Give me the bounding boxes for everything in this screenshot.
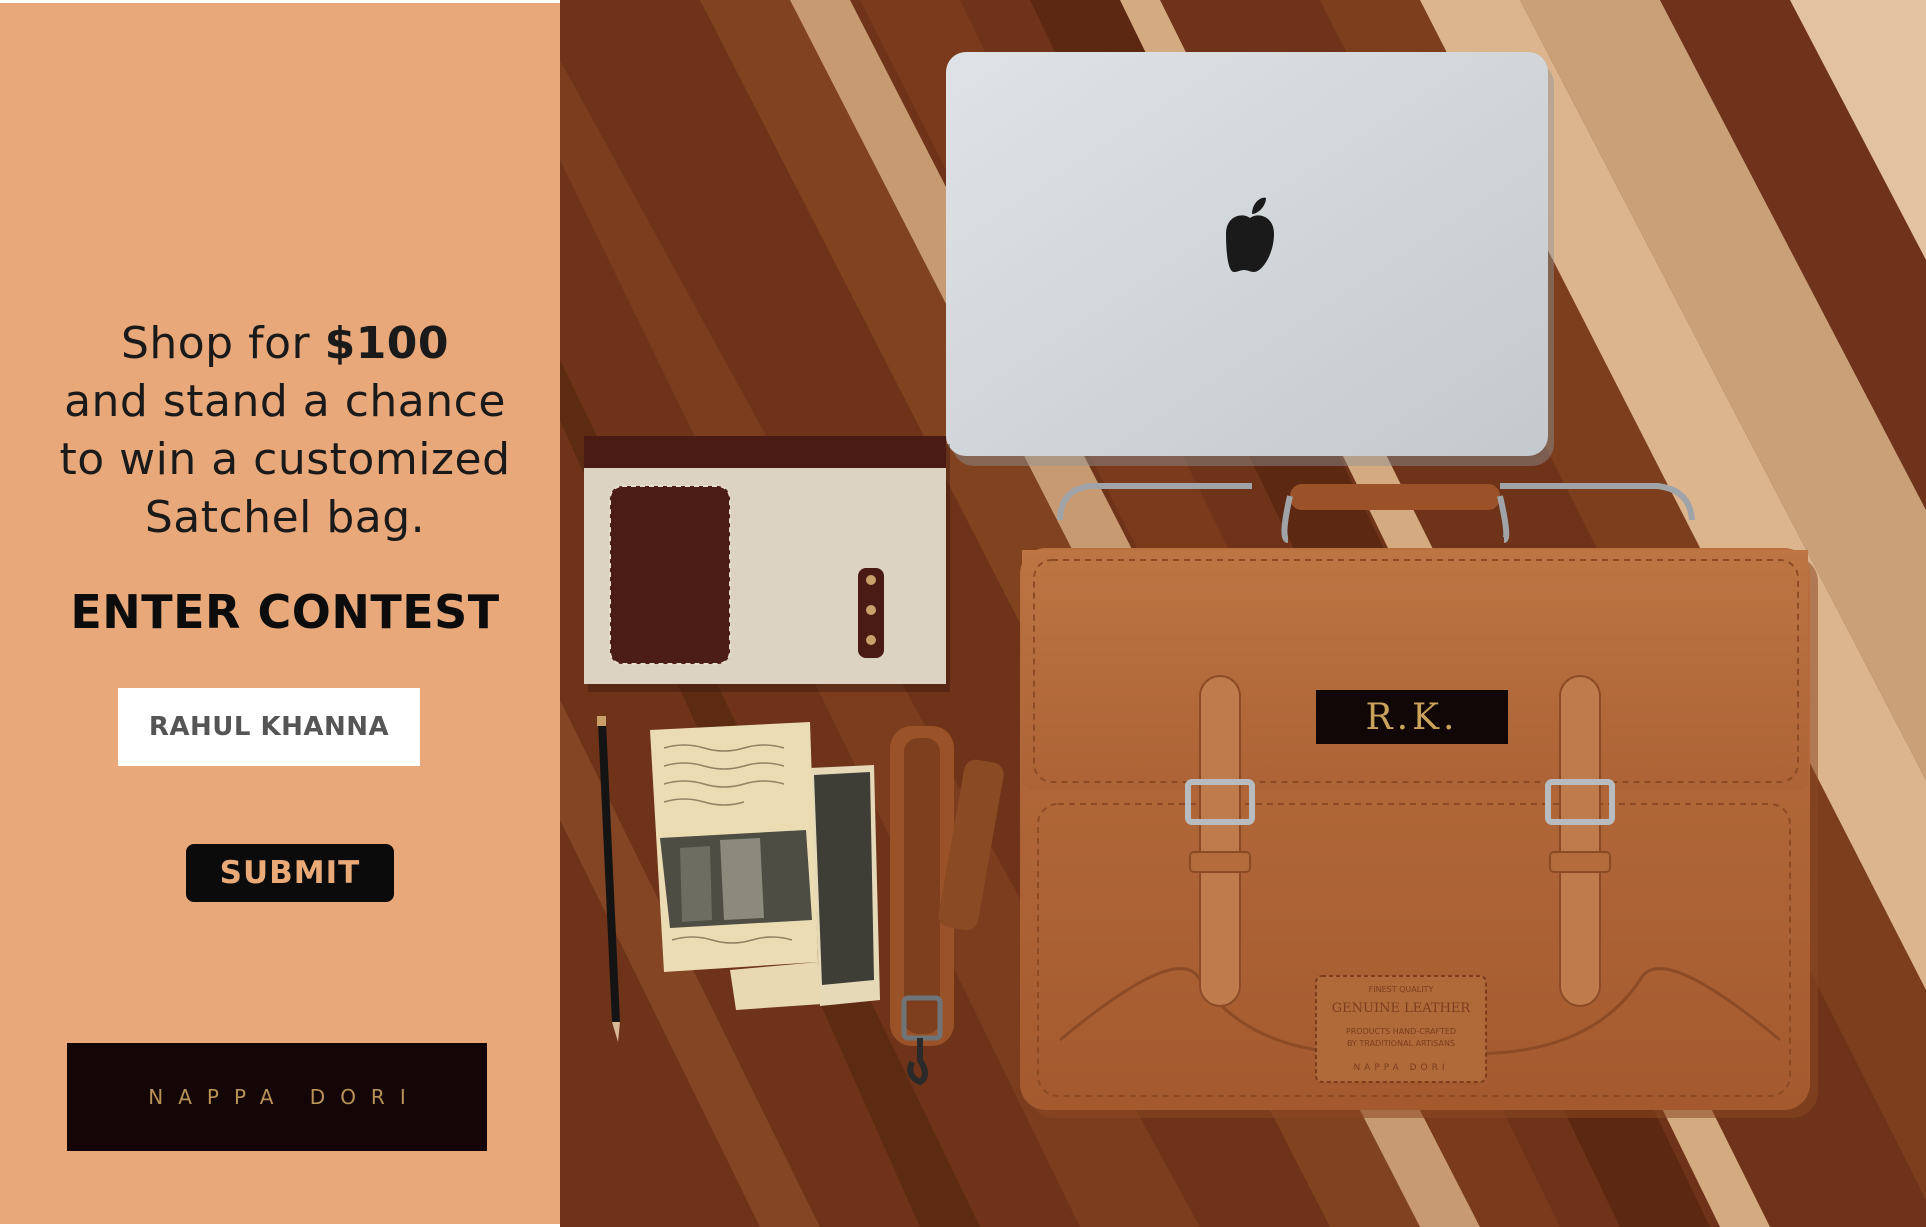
promo-line-2: and stand a chance	[64, 376, 506, 427]
promo-headline: Shop for $100 and stand a chance to win …	[0, 315, 570, 547]
monogram-plate: R.K.	[1316, 690, 1508, 744]
satchel-bag: R.K. FINEST QUALITY GENUINE LEATHER PROD…	[1020, 483, 1818, 1118]
submit-button[interactable]: SUBMIT	[186, 844, 394, 902]
promo-line-1-text: Shop for	[120, 318, 325, 369]
promo-line-1: Shop for $100	[0, 315, 570, 373]
tag-line-1: FINEST QUALITY	[1369, 985, 1434, 994]
notebook	[584, 436, 950, 692]
promo-panel: Shop for $100 and stand a chance to win …	[0, 3, 560, 1224]
name-field[interactable]	[118, 688, 420, 766]
tag-line-4: BY TRADITIONAL ARTISANS	[1347, 1039, 1455, 1048]
brand-name: NAPPA DORI	[148, 1085, 421, 1109]
tag-line-3: PRODUCTS HAND-CRAFTED	[1346, 1027, 1456, 1036]
laptop	[946, 52, 1554, 466]
product-photo: R.K. FINEST QUALITY GENUINE LEATHER PROD…	[560, 0, 1926, 1227]
promo-line-3: to win a customized	[59, 434, 511, 485]
monogram-text: R.K.	[1366, 697, 1459, 738]
product-scene: R.K. FINEST QUALITY GENUINE LEATHER PROD…	[560, 0, 1926, 1227]
genuine-leather-tag: FINEST QUALITY GENUINE LEATHER PRODUCTS …	[1315, 975, 1487, 1083]
tag-line-2: GENUINE LEATHER	[1332, 1001, 1472, 1016]
contest-title: ENTER CONTEST	[70, 585, 500, 639]
brand-logo: NAPPA DORI	[67, 1043, 487, 1151]
promo-amount: $100	[324, 318, 450, 369]
tag-line-5: NAPPA DORI	[1353, 1063, 1448, 1073]
promo-line-4: Satchel bag.	[144, 492, 426, 543]
